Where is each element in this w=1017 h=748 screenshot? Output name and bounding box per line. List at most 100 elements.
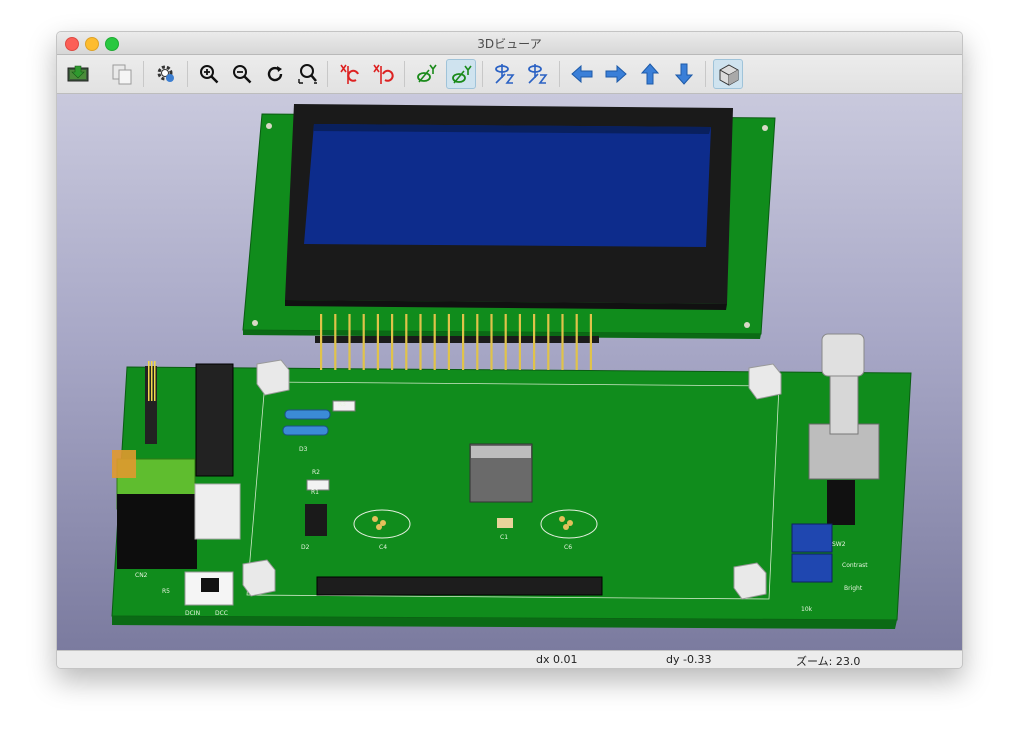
orthographic-toggle-button[interactable] [713,59,743,89]
lcd-pin [419,314,422,370]
jumper-pin [154,361,156,401]
viewer-window: 3Dビューア D3 R3 R2 R1 D2 C4 C1 C6 SW2 Contr… [56,31,963,669]
pcb-3d-render: D3 R3 R2 R1 D2 C4 C1 C6 SW2 Contrast Bri… [111,104,912,629]
window-title: 3Dビューア [477,37,542,51]
label-dcc: DCC [215,610,228,617]
cube-icon [719,64,739,86]
label-contrast: Contrast [842,562,868,569]
lcd-pin [504,314,507,370]
label-d2: D2 [301,544,310,551]
toolbar-separator [327,61,328,87]
pan-right-button[interactable] [601,59,631,89]
bright-trimmer [791,553,833,583]
toolbar-separator [559,61,560,87]
label-r1: R1 [311,489,319,496]
lcd-pin [348,314,351,370]
pan-down-button[interactable] [669,59,699,89]
lcd-pin [334,314,337,370]
encoder-knob [821,333,865,377]
toolbar-separator [482,61,483,87]
lcd-pin [405,314,408,370]
arrow-left-icon [571,64,593,84]
contrast-trimmer [791,523,833,553]
lcd-pin [575,314,578,370]
rotate-y-cw-button[interactable] [412,59,442,89]
rotate-y-ccw-icon [452,65,472,84]
refresh-icon [267,66,283,82]
label-cn2: CN2 [135,572,148,579]
arrow-right-icon [605,64,627,84]
copy-image-button[interactable] [107,59,137,89]
toolbar-separator [187,61,188,87]
zoom-out-icon [233,65,252,84]
lcd-pin [462,314,465,370]
tact-switch [827,480,855,525]
rotate-z-cw-button[interactable] [490,59,520,89]
label-dcin: DCIN [185,610,200,617]
arrow-up-icon [640,63,660,85]
toolbar-separator [143,61,144,87]
pan-left-button[interactable] [567,59,597,89]
pan-up-button[interactable] [635,59,665,89]
label-d3: D3 [299,446,308,453]
diode-d3-b [282,425,329,436]
render-icon [67,65,89,82]
rotate-y-ccw-button[interactable] [446,59,476,89]
3d-viewport[interactable]: D3 R3 R2 R1 D2 C4 C1 C6 SW2 Contrast Bri… [57,94,962,650]
status-dy: dy -0.33 [666,653,712,666]
label-c1: C1 [500,534,508,541]
label-r5: R5 [162,588,170,595]
redraw-button[interactable] [260,59,290,89]
rotate-z-ccw-button[interactable] [523,59,553,89]
rotate-x-ccw-icon [373,64,394,84]
rotate-x-cw-button[interactable] [335,59,365,89]
render-toggle-button[interactable] [63,59,93,89]
status-bar: dx 0.01 dy -0.33 ズーム: 23.0 [57,650,962,668]
diode-d3-a [284,409,331,420]
lcd-pin [589,314,592,370]
label-c6: C6 [564,544,572,551]
lcd-pin [320,314,323,370]
zoom-fit-icon [298,64,317,84]
rotate-x-cw-icon [340,64,359,84]
status-zoom: ズーム: 23.0 [796,655,861,668]
zoom-fit-button[interactable] [293,59,323,89]
label-bright: Bright [844,585,863,592]
toolbar [57,55,962,94]
label-pot-value: 10k [801,606,813,613]
label-r3: R3 [338,401,346,408]
lcd-pin [447,314,450,370]
zoom-in-icon [200,65,219,84]
rotate-y-cw-icon [417,64,437,83]
copy-icon [112,64,132,85]
zoom-in-button[interactable] [194,59,224,89]
title-bar[interactable]: 3Dビューア [57,32,962,55]
rotate-x-ccw-button[interactable] [368,59,398,89]
lcd-pin [490,314,493,370]
status-dx: dx 0.01 [536,653,578,666]
label-c4: C4 [379,544,387,551]
rotate-z-ccw-icon [528,64,548,84]
lcd-pin [476,314,479,370]
toolbar-separator [404,61,405,87]
lcd-pin [376,314,379,370]
toolbar-separator [705,61,706,87]
zoom-out-button[interactable] [227,59,257,89]
label-sw2: SW2 [832,541,846,548]
dip-ic [195,363,234,477]
dc-jack [117,494,197,569]
lcd-pin [433,314,436,370]
jumper-pin [148,361,150,401]
bottom-pin-header [316,576,603,596]
lcd-pin [547,314,550,370]
gear-icon [157,65,174,82]
settings-button[interactable] [151,59,181,89]
lcd-pin [533,314,536,370]
lcd-screen [304,124,711,247]
lcd-pin [518,314,521,370]
arrow-down-icon [674,63,694,85]
label-r2: R2 [312,469,320,476]
lcd-pin [561,314,564,370]
lcd-pin [362,314,365,370]
jumper-pin [151,361,153,401]
